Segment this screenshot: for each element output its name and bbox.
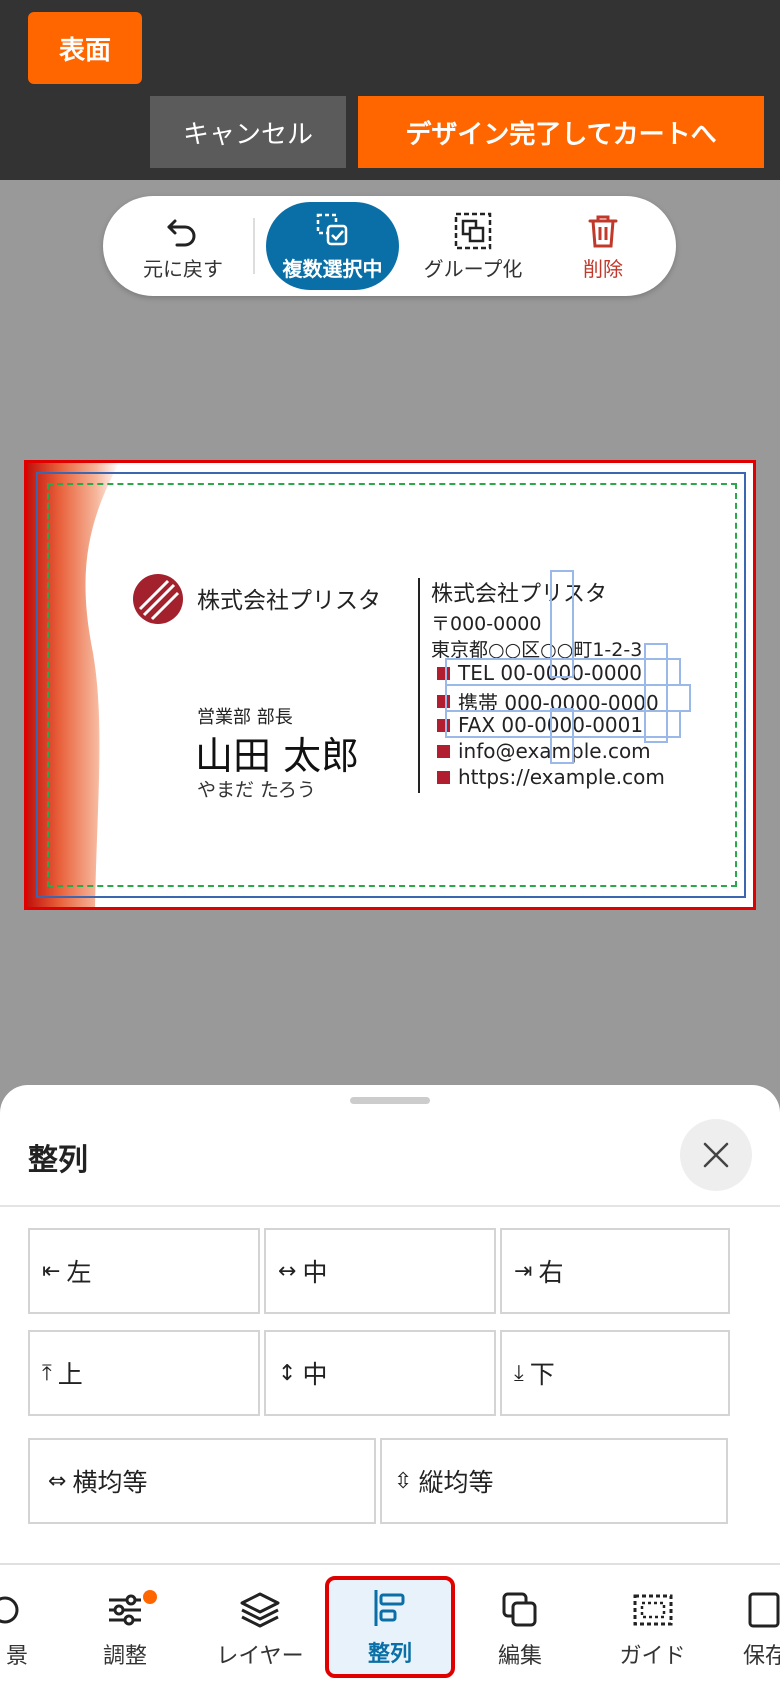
undo-label: 元に戻す — [143, 256, 223, 281]
email-line[interactable]: info@example.com — [437, 739, 651, 763]
align-center-h-label: 中 — [302, 1258, 328, 1287]
layers-icon — [240, 1592, 280, 1628]
align-bottom-button[interactable]: ⤓ 下 — [500, 1330, 730, 1416]
close-button[interactable] — [680, 1119, 752, 1191]
nav-background-label: 景 — [5, 1644, 28, 1669]
url-text: https://example.com — [458, 765, 665, 789]
cancel-button[interactable]: キャンセル — [150, 96, 346, 168]
toolbar-divider — [253, 218, 255, 274]
align-right-button[interactable]: ⇥ 右 — [500, 1228, 730, 1314]
sheet-drag-handle[interactable] — [350, 1097, 430, 1104]
delete-button[interactable]: 削除 — [548, 196, 658, 296]
nav-edit[interactable]: 編集 — [465, 1580, 575, 1678]
undo-icon — [167, 219, 196, 246]
nav-adjust[interactable]: 調整 — [70, 1580, 180, 1678]
copy-icon — [502, 1592, 537, 1627]
sheet-divider — [0, 1205, 780, 1207]
multi-select-icon — [316, 213, 347, 245]
bullet-square-icon — [437, 744, 450, 758]
selection-outline — [550, 708, 574, 764]
align-middle-v-label: 中 — [302, 1360, 328, 1389]
person-name-kana[interactable]: やまだ たろう — [197, 775, 316, 802]
person-name[interactable]: 山田 太郎 — [195, 725, 359, 780]
align-left-label: 左 — [66, 1258, 92, 1287]
undo-button[interactable]: 元に戻す — [123, 196, 243, 296]
sheet-title: 整列 — [28, 1143, 88, 1178]
postal-code[interactable]: 〒000-0000 — [431, 609, 541, 636]
selection-outline — [644, 643, 668, 743]
nav-align-label: 整列 — [367, 1642, 412, 1667]
align-center-h-button[interactable]: ↔ 中 — [264, 1228, 496, 1314]
company-name-right[interactable]: 株式会社プリスタ — [431, 576, 607, 608]
business-card-canvas[interactable]: 株式会社プリスタ 営業部 部長 山田 太郎 やまだ たろう 株式会社プリスタ 〒… — [24, 460, 756, 910]
align-bottom-icon: ⤓ — [514, 1360, 524, 1386]
save-icon — [748, 1592, 780, 1628]
nav-save-label: 保存 — [742, 1644, 780, 1669]
side-toggle-button[interactable]: 表面 — [28, 12, 142, 84]
nav-save[interactable]: 保存 — [725, 1580, 780, 1678]
align-middle-v-button[interactable]: ↕ 中 — [264, 1330, 496, 1416]
group-button[interactable]: グループ化 — [408, 196, 538, 296]
nav-adjust-label: 調整 — [102, 1644, 147, 1669]
align-center-h-icon: ↔ — [278, 1258, 297, 1284]
trash-icon — [588, 215, 618, 247]
align-left-button[interactable]: ⇤ 左 — [28, 1228, 260, 1314]
distribute-vertical-button[interactable]: ⇳ 縦均等 — [380, 1438, 728, 1524]
nav-edit-label: 編集 — [497, 1644, 542, 1669]
company-logo — [133, 574, 183, 624]
distribute-horizontal-label: 横均等 — [72, 1468, 148, 1497]
nav-layers-label: レイヤー — [216, 1644, 304, 1669]
nav-align[interactable]: 整列 — [325, 1576, 455, 1678]
align-icon — [374, 1590, 405, 1626]
distribute-horizontal-icon: ⇔ — [48, 1468, 67, 1494]
nav-layers[interactable]: レイヤー — [200, 1580, 320, 1678]
close-icon — [703, 1142, 729, 1168]
nav-guide[interactable]: ガイド — [595, 1580, 710, 1678]
top-bar: 表面 キャンセル デザイン完了してカートへ — [0, 0, 780, 180]
align-top-button[interactable]: ⤒ 上 — [28, 1330, 260, 1416]
background-icon — [0, 1596, 19, 1624]
notification-dot — [143, 1590, 157, 1604]
distribute-vertical-icon: ⇳ — [394, 1468, 413, 1494]
align-bottom-label: 下 — [529, 1360, 555, 1389]
bottom-nav-divider — [0, 1563, 780, 1565]
multi-select-button[interactable]: 複数選択中 — [266, 202, 399, 290]
delete-label: 削除 — [583, 256, 623, 281]
align-left-icon: ⇤ — [42, 1258, 61, 1284]
floating-toolbar: 元に戻す 複数選択中 グループ化 削除 — [103, 196, 676, 296]
sliders-icon — [109, 1594, 141, 1626]
align-top-label: 上 — [57, 1360, 83, 1389]
company-name-left[interactable]: 株式会社プリスタ — [197, 581, 381, 615]
group-label: グループ化 — [423, 256, 523, 281]
distribute-horizontal-button[interactable]: ⇔ 横均等 — [28, 1438, 376, 1524]
align-middle-v-icon: ↕ — [278, 1360, 297, 1386]
align-top-icon: ⤒ — [42, 1360, 52, 1386]
distribute-vertical-label: 縦均等 — [418, 1468, 494, 1497]
guide-icon — [633, 1594, 672, 1626]
complete-and-cart-button[interactable]: デザイン完了してカートへ — [358, 96, 764, 168]
bullet-square-icon — [437, 770, 450, 784]
align-right-icon: ⇥ — [514, 1258, 533, 1284]
url-line[interactable]: https://example.com — [437, 765, 665, 789]
align-right-label: 右 — [538, 1258, 564, 1287]
nav-background[interactable]: 景 — [0, 1580, 40, 1678]
card-divider-line[interactable] — [418, 578, 420, 793]
nav-guide-label: ガイド — [619, 1644, 686, 1669]
multi-select-label: 複数選択中 — [282, 256, 383, 281]
group-icon — [454, 212, 492, 249]
